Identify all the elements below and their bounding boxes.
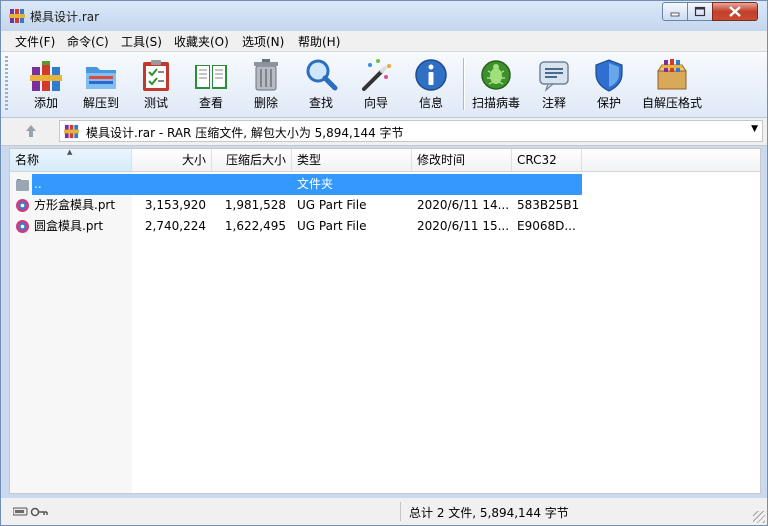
protect-label: 保护: [596, 96, 621, 110]
file-name: 圆盒模具.prt: [34, 219, 104, 233]
info-button[interactable]: 信息: [405, 55, 457, 113]
file-packed-size: 1,981,528: [224, 198, 286, 212]
info-label: 信息: [418, 96, 443, 110]
file-name: 方形盒模具.prt: [34, 198, 116, 212]
add-archive-icon: [30, 61, 62, 91]
file-packed-size: 1,622,495: [224, 219, 286, 233]
comment-icon: [539, 61, 569, 92]
toolbar: 添加 解压到 测试 查看 删除 查找 向导 信息 扫描病毒 注释 保护 自解压格…: [1, 52, 767, 118]
maximize-button[interactable]: [687, 2, 713, 21]
comment-button[interactable]: 注释: [528, 55, 580, 113]
up-arrow-icon[interactable]: [23, 123, 39, 139]
status-bar: 总计 2 文件, 5,894,144 字节: [1, 498, 767, 525]
add-button[interactable]: 添加: [20, 55, 72, 113]
ug-part-file-icon: [16, 199, 29, 212]
menu-options[interactable]: 选项(N): [242, 33, 284, 50]
parent-folder-icon: [16, 179, 29, 191]
menu-bar: 文件(F) 命令(C) 工具(S) 收藏夹(O) 选项(N) 帮助(H): [1, 31, 767, 52]
file-crc: E9068D...: [517, 219, 576, 233]
column-name-label: 名称: [15, 153, 40, 167]
view-button[interactable]: 查看: [185, 55, 237, 113]
view-book-icon: [195, 65, 227, 89]
find-magnifier-icon: [306, 59, 338, 91]
test-button[interactable]: 测试: [130, 55, 182, 113]
info-icon: [415, 59, 447, 91]
winrar-app-icon: [9, 9, 25, 23]
address-text: 模具设计.rar - RAR 压缩文件, 解包大小为 5,894,144 字节: [86, 126, 404, 140]
wizard-button[interactable]: 向导: [350, 55, 402, 113]
sort-ascending-icon: ▲: [67, 148, 73, 156]
minimize-button[interactable]: [662, 2, 688, 21]
sfx-button[interactable]: 自解压格式: [642, 55, 702, 113]
shield-icon: [595, 59, 623, 92]
drive-key-icon[interactable]: [13, 507, 49, 517]
dropdown-arrow-icon[interactable]: ▼: [751, 124, 758, 134]
toolbar-grip[interactable]: [5, 56, 8, 112]
file-size: [132, 174, 206, 195]
table-row[interactable]: 方形盒模具.prt 3,153,920 1,981,528 UG Part Fi…: [10, 195, 760, 216]
file-modified: 2020/6/11 15...: [417, 219, 510, 233]
menu-tools[interactable]: 工具(S): [121, 33, 162, 50]
column-modified[interactable]: 修改时间: [412, 149, 512, 171]
file-crc: [517, 174, 581, 195]
maximize-icon: [694, 6, 706, 17]
table-row-parent[interactable]: .. 文件夹: [10, 174, 760, 195]
file-modified: [417, 174, 511, 195]
file-type: UG Part File: [297, 198, 367, 212]
winrar-window: 模具设计.rar 文件(F) 命令(C) 工具(S) 收藏夹(O) 选项(N) …: [0, 0, 768, 526]
close-button[interactable]: [712, 2, 758, 21]
menu-file[interactable]: 文件(F): [15, 33, 55, 50]
virus-scan-icon: [481, 60, 511, 90]
virus-scan-label: 扫描病毒: [471, 96, 520, 110]
file-list[interactable]: 名称 ▲ 大小 压缩后大小 类型 修改时间 CRC32 .. 文件夹 方形盒模具…: [9, 148, 761, 494]
minimize-icon: [670, 12, 680, 17]
close-icon: [729, 6, 741, 17]
menu-commands[interactable]: 命令(C): [67, 33, 109, 50]
file-packed-size: [212, 174, 286, 195]
column-size[interactable]: 大小: [132, 149, 212, 171]
column-type[interactable]: 类型: [292, 149, 412, 171]
file-crc: 583B25B1: [517, 198, 580, 212]
file-size: 2,740,224: [144, 219, 206, 233]
resize-grip[interactable]: [753, 511, 765, 523]
test-clipboard-icon: [143, 60, 169, 91]
delete-trash-icon: [254, 59, 278, 91]
wizard-wand-icon: [362, 59, 391, 91]
status-divider: [400, 502, 401, 521]
address-bar: 模具设计.rar - RAR 压缩文件, 解包大小为 5,894,144 字节 …: [1, 118, 767, 146]
column-header: 名称 ▲ 大小 压缩后大小 类型 修改时间 CRC32: [10, 149, 760, 172]
menu-help[interactable]: 帮助(H): [298, 33, 340, 50]
window-title: 模具设计.rar: [30, 10, 100, 24]
title-bar[interactable]: 模具设计.rar: [1, 1, 767, 31]
find-button[interactable]: 查找: [295, 55, 347, 113]
virus-scan-button[interactable]: 扫描病毒: [470, 55, 522, 113]
menu-favorites[interactable]: 收藏夹(O): [174, 33, 229, 50]
file-modified: 2020/6/11 14...: [417, 198, 510, 212]
status-text: 总计 2 文件, 5,894,144 字节: [409, 506, 569, 520]
file-type: 文件夹: [297, 177, 334, 191]
archive-icon: [64, 124, 79, 139]
column-name[interactable]: 名称 ▲: [10, 149, 132, 171]
file-type: UG Part File: [297, 219, 367, 233]
file-name: ..: [34, 177, 42, 191]
sfx-box-icon: [657, 59, 687, 90]
extract-folder-icon: [86, 67, 116, 89]
column-packed-size[interactable]: 压缩后大小: [212, 149, 292, 171]
address-field[interactable]: 模具设计.rar - RAR 压缩文件, 解包大小为 5,894,144 字节 …: [59, 120, 763, 142]
ug-part-file-icon: [16, 220, 29, 233]
table-row[interactable]: 圆盒模具.prt 2,740,224 1,622,495 UG Part Fil…: [10, 216, 760, 237]
column-crc32[interactable]: CRC32: [512, 149, 582, 171]
extract-to-button[interactable]: 解压到: [75, 55, 127, 113]
protect-button[interactable]: 保护: [583, 55, 635, 113]
delete-button[interactable]: 删除: [240, 55, 292, 113]
file-size: 3,153,920: [144, 198, 206, 212]
sfx-label: 自解压格式: [641, 96, 702, 110]
